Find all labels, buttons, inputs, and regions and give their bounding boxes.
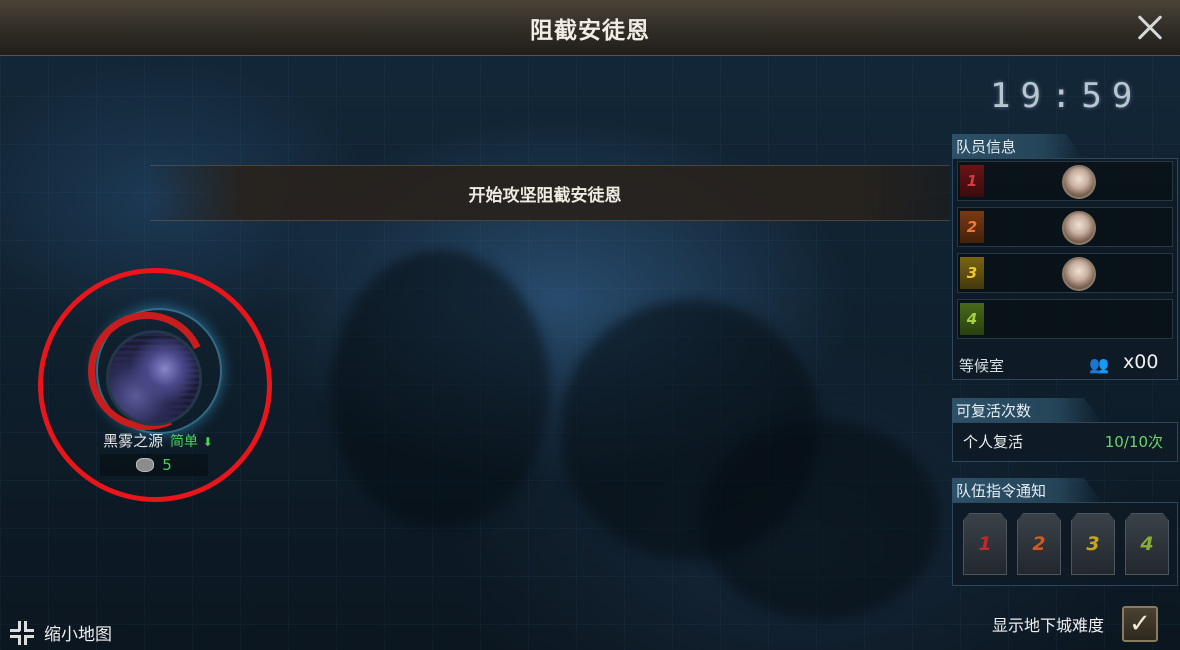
team-commands-panel: 1 2 3 4 <box>952 502 1178 586</box>
revive-tab: 可复活次数 <box>952 398 1102 422</box>
team-member-row[interactable]: 4 <box>957 299 1173 339</box>
game-screen: 阻截安徒恩 19:59 开始攻坚阻截安徒恩 黑雾之源 简单 ⬇ 5 队员信息 1 <box>0 0 1180 650</box>
countdown-timer: 19:59 <box>990 76 1143 116</box>
close-button[interactable] <box>1130 8 1170 48</box>
revive-panel: 个人复活 10/10次 <box>952 422 1178 462</box>
member-avatar <box>1062 211 1096 245</box>
team-member-row[interactable]: 2 <box>957 207 1173 247</box>
slot-number: 1 <box>960 165 984 197</box>
event-banner: 开始攻坚阻截安徒恩 <box>150 165 950 221</box>
fatigue-bag-icon <box>136 458 155 472</box>
team-info-panel: 1 2 3 4 等候室 👥 x00 <box>952 158 1178 380</box>
show-difficulty-toggle[interactable]: 显示地下城难度 ✓ <box>992 606 1159 642</box>
slot-number: 4 <box>960 303 984 335</box>
title-bar: 阻截安徒恩 <box>0 0 1180 56</box>
dungeon-difficulty: 简单 <box>169 434 198 450</box>
page-title: 阻截安徒恩 <box>530 17 650 44</box>
waiting-room-count: x00 <box>1123 351 1159 373</box>
dungeon-cost: 5 <box>100 454 208 476</box>
dungeon-boss-portrait <box>106 330 202 426</box>
team-info-tab: 队员信息 <box>952 134 1082 158</box>
team-command-button-4[interactable]: 4 <box>1125 513 1169 575</box>
dungeon-node[interactable]: 黑雾之源 简单 ⬇ 5 <box>38 268 274 504</box>
slot-number: 3 <box>960 257 984 289</box>
team-command-button-3[interactable]: 3 <box>1071 513 1115 575</box>
waiting-room-label: 等候室 <box>959 357 1005 375</box>
personal-revive-label: 个人复活 <box>963 433 1024 451</box>
revive-row: 个人复活 10/10次 <box>957 425 1173 461</box>
show-difficulty-label: 显示地下城难度 <box>992 616 1105 635</box>
shrink-map-label: 缩小地图 <box>44 625 112 645</box>
group-icon: 👥 <box>1089 355 1109 374</box>
slot-number: 2 <box>960 211 984 243</box>
checkmark-icon: ✓ <box>1129 609 1151 639</box>
team-command-button-2[interactable]: 2 <box>1017 513 1061 575</box>
member-avatar <box>1062 257 1096 291</box>
arrow-down-icon: ⬇ <box>202 435 213 449</box>
team-commands-tab: 队伍指令通知 <box>952 478 1102 502</box>
dungeon-label: 黑雾之源 简单 ⬇ <box>88 430 228 451</box>
dungeon-cost-value: 5 <box>162 456 172 474</box>
shrink-map-icon <box>10 620 34 645</box>
background-silhouette <box>700 420 940 620</box>
personal-revive-value: 10/10次 <box>1104 433 1163 451</box>
team-command-button-1[interactable]: 1 <box>963 513 1007 575</box>
banner-message: 开始攻坚阻截安徒恩 <box>468 185 622 206</box>
shrink-map-button[interactable]: 缩小地图 <box>10 620 112 645</box>
show-difficulty-checkbox[interactable]: ✓ <box>1122 606 1159 642</box>
team-member-row[interactable]: 1 <box>957 161 1173 201</box>
background-silhouette <box>330 250 550 530</box>
member-avatar <box>1062 165 1096 199</box>
team-member-row[interactable]: 3 <box>957 253 1173 293</box>
dungeon-name: 黑雾之源 <box>103 432 164 450</box>
